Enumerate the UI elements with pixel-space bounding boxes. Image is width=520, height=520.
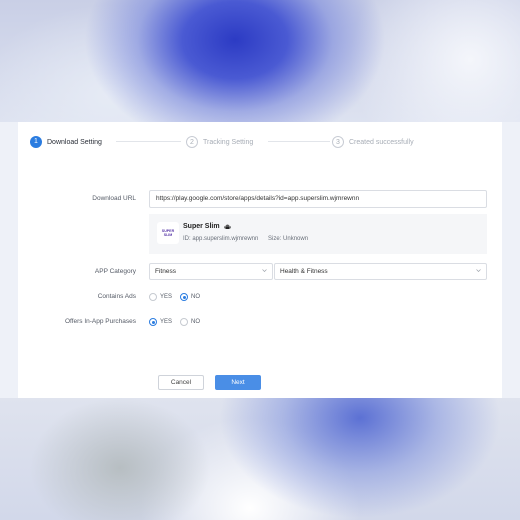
step-tracking-setting[interactable]: 2 Tracking Setting bbox=[186, 134, 253, 150]
radio-label: NO bbox=[191, 294, 201, 300]
step-connector bbox=[116, 141, 181, 142]
step-download-setting[interactable]: 1 Download Setting bbox=[30, 134, 102, 150]
category-select-value: Fitness bbox=[155, 268, 176, 275]
chevron-down-icon bbox=[476, 269, 481, 272]
app-info-card: SUPER SLIM Super Slim ID: app.superslim.… bbox=[149, 214, 487, 254]
step-created-successfully[interactable]: 3 Created successfully bbox=[332, 134, 414, 150]
app-meta: ID: app.superslim.wjmrewnn Size: Unknown bbox=[183, 236, 308, 242]
category-select[interactable]: Fitness bbox=[149, 263, 273, 280]
contains-ads-yes-radio[interactable]: YES bbox=[149, 293, 172, 301]
radio-label: YES bbox=[160, 294, 173, 300]
app-category-label: APP Category bbox=[94, 268, 136, 275]
in-app-purchases-yes-radio[interactable]: YES bbox=[149, 318, 172, 326]
step-number: 1 bbox=[30, 136, 42, 148]
app-name: Super Slim bbox=[183, 223, 220, 230]
radio-label: YES bbox=[160, 319, 173, 325]
radio-circle-selected bbox=[180, 293, 189, 301]
chevron-down-icon bbox=[262, 269, 267, 272]
subcategory-select[interactable]: Health & Fitness bbox=[274, 263, 487, 280]
step-label: Created successfully bbox=[349, 138, 414, 146]
background-top bbox=[0, 0, 520, 122]
in-app-purchases-label: Offers In-App Purchases bbox=[64, 318, 136, 325]
radio-circle-selected bbox=[149, 318, 157, 326]
app-name-row: Super Slim bbox=[183, 223, 231, 230]
app-icon-text: SLIM bbox=[163, 233, 173, 237]
step-number: 3 bbox=[332, 136, 344, 148]
app-size: Size: Unknown bbox=[268, 236, 309, 242]
step-label: Download Setting bbox=[47, 138, 102, 146]
download-url-label: Download URL bbox=[92, 195, 136, 202]
next-button[interactable]: Next bbox=[215, 375, 261, 390]
in-app-purchases-no-radio[interactable]: NO bbox=[180, 318, 200, 326]
radio-circle bbox=[149, 293, 157, 301]
radio-label: NO bbox=[191, 319, 201, 325]
stepper: 1 Download Setting 2 Tracking Setting 3 … bbox=[30, 134, 430, 150]
contains-ads-no-radio[interactable]: NO bbox=[180, 293, 200, 301]
download-url-input[interactable]: https://play.google.com/store/apps/detai… bbox=[149, 190, 487, 208]
setup-panel: 1 Download Setting 2 Tracking Setting 3 … bbox=[18, 122, 502, 398]
cancel-button[interactable]: Cancel bbox=[158, 375, 204, 390]
contains-ads-radio-group: YES NO bbox=[149, 292, 208, 302]
step-label: Tracking Setting bbox=[203, 138, 254, 146]
android-icon bbox=[223, 224, 231, 230]
app-id: ID: app.superslim.wjmrewnn bbox=[183, 236, 259, 242]
in-app-purchases-radio-group: YES NO bbox=[149, 317, 208, 327]
step-number: 2 bbox=[186, 136, 198, 148]
radio-circle bbox=[180, 318, 189, 326]
background-bottom bbox=[0, 398, 520, 520]
subcategory-select-value: Health & Fitness bbox=[280, 268, 328, 275]
app-icon: SUPER SLIM bbox=[157, 222, 179, 244]
contains-ads-label: Contains Ads bbox=[97, 293, 136, 300]
step-connector bbox=[268, 141, 330, 142]
